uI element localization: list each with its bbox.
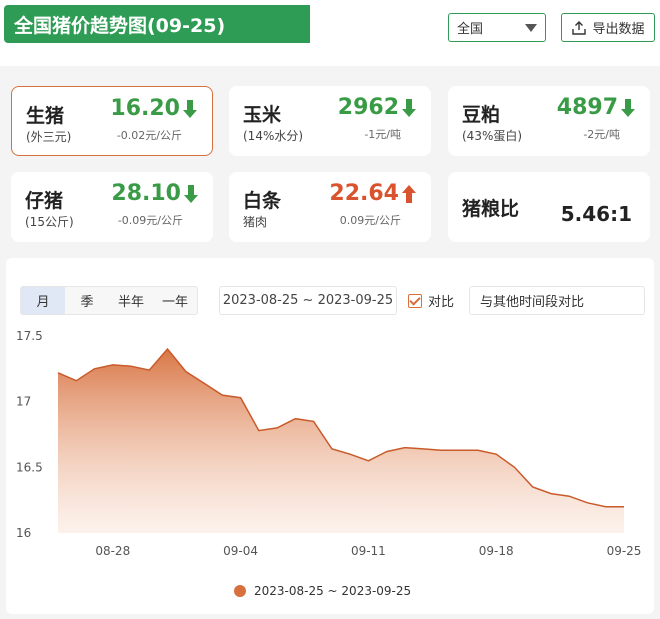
- up-arrow-icon: [402, 184, 416, 203]
- card-change: 0.09元/公斤: [339, 214, 401, 227]
- x-tick-label: 09-18: [479, 544, 514, 558]
- card-name: 猪粮比: [462, 198, 520, 220]
- card-name: 豆粕: [462, 104, 501, 126]
- chart-section: 月 季 半年 一年 2023-08-25 ~ 2023-09-25 对比 与其他…: [0, 250, 660, 619]
- card-ratio[interactable]: 猪粮比 5.46:1: [448, 172, 650, 242]
- x-tick-label: 08-28: [95, 544, 130, 558]
- price-area-chart: 16 16.5 17 17.5 08-28 09-04 09-11 09-18 09-25: [16, 329, 641, 558]
- legend-swatch: [234, 585, 246, 597]
- card-price: 2962: [338, 95, 417, 120]
- x-tick-label: 09-11: [351, 544, 386, 558]
- card-change: -1元/吨: [364, 128, 401, 141]
- card-piglet[interactable]: 仔猪 (15公斤) 28.10 -0.09元/公斤: [11, 172, 213, 242]
- region-select[interactable]: 全国: [448, 13, 546, 42]
- card-sub: (15公斤): [25, 215, 74, 229]
- card-sub: (14%水分): [243, 129, 304, 143]
- chart-legend[interactable]: 2023-08-25 ~ 2023-09-25: [234, 584, 411, 598]
- y-tick-label: 17.5: [16, 329, 43, 343]
- down-arrow-icon: [184, 184, 198, 203]
- upload-icon: [572, 20, 587, 35]
- card-corn[interactable]: 玉米 (14%水分) 2962 -1元/吨: [229, 86, 431, 156]
- region-select-value: 全国: [457, 22, 484, 37]
- export-button[interactable]: 导出数据: [561, 13, 655, 42]
- y-tick-label: 17: [16, 395, 31, 409]
- down-arrow-icon: [183, 99, 197, 118]
- y-tick-label: 16.5: [16, 460, 43, 474]
- chart-panel: 月 季 半年 一年 2023-08-25 ~ 2023-09-25 对比 与其他…: [6, 258, 654, 614]
- series-area: [58, 349, 624, 533]
- card-name: 玉米: [243, 104, 282, 126]
- card-soymeal[interactable]: 豆粕 (43%蛋白) 4897 -2元/吨: [448, 86, 650, 156]
- card-ratio-value: 5.46:1: [560, 202, 632, 226]
- card-change: -2元/吨: [583, 128, 620, 141]
- card-price: 22.64: [329, 181, 417, 206]
- legend-label: 2023-08-25 ~ 2023-09-25: [254, 584, 412, 598]
- down-arrow-icon: [402, 98, 416, 117]
- card-price: 4897: [557, 95, 636, 120]
- price-cards: 生猪 (外三元) 16.20 -0.02元/公斤 玉米 (14%水分) 2962…: [0, 66, 660, 250]
- x-axis: 08-28 09-04 09-11 09-18 09-25: [95, 544, 641, 558]
- page-title: 全国猪价趋势图(09-25): [4, 5, 310, 43]
- x-tick-label: 09-25: [607, 544, 642, 558]
- x-tick-label: 09-04: [223, 544, 258, 558]
- chevron-down-icon: [525, 24, 537, 32]
- card-price: 16.20: [110, 96, 198, 121]
- card-sub: 猪肉: [243, 215, 268, 229]
- card-price: 28.10: [111, 181, 199, 206]
- down-arrow-icon: [621, 98, 635, 117]
- card-pig[interactable]: 生猪 (外三元) 16.20 -0.02元/公斤: [11, 86, 213, 156]
- card-change: -0.09元/公斤: [117, 214, 183, 227]
- header-bar: 全国猪价趋势图(09-25) 全国 导出数据: [0, 0, 660, 66]
- card-name: 生猪: [26, 105, 65, 127]
- card-sub: (43%蛋白): [462, 129, 523, 143]
- card-name: 白条: [243, 190, 282, 212]
- card-sub: (外三元): [26, 130, 72, 144]
- y-axis: 16 16.5 17 17.5: [16, 329, 43, 540]
- y-tick-label: 16: [16, 526, 31, 540]
- card-name: 仔猪: [25, 190, 64, 212]
- card-change: -0.02元/公斤: [116, 129, 182, 142]
- export-label: 导出数据: [592, 22, 645, 37]
- card-carcass[interactable]: 白条 猪肉 22.64 0.09元/公斤: [229, 172, 431, 242]
